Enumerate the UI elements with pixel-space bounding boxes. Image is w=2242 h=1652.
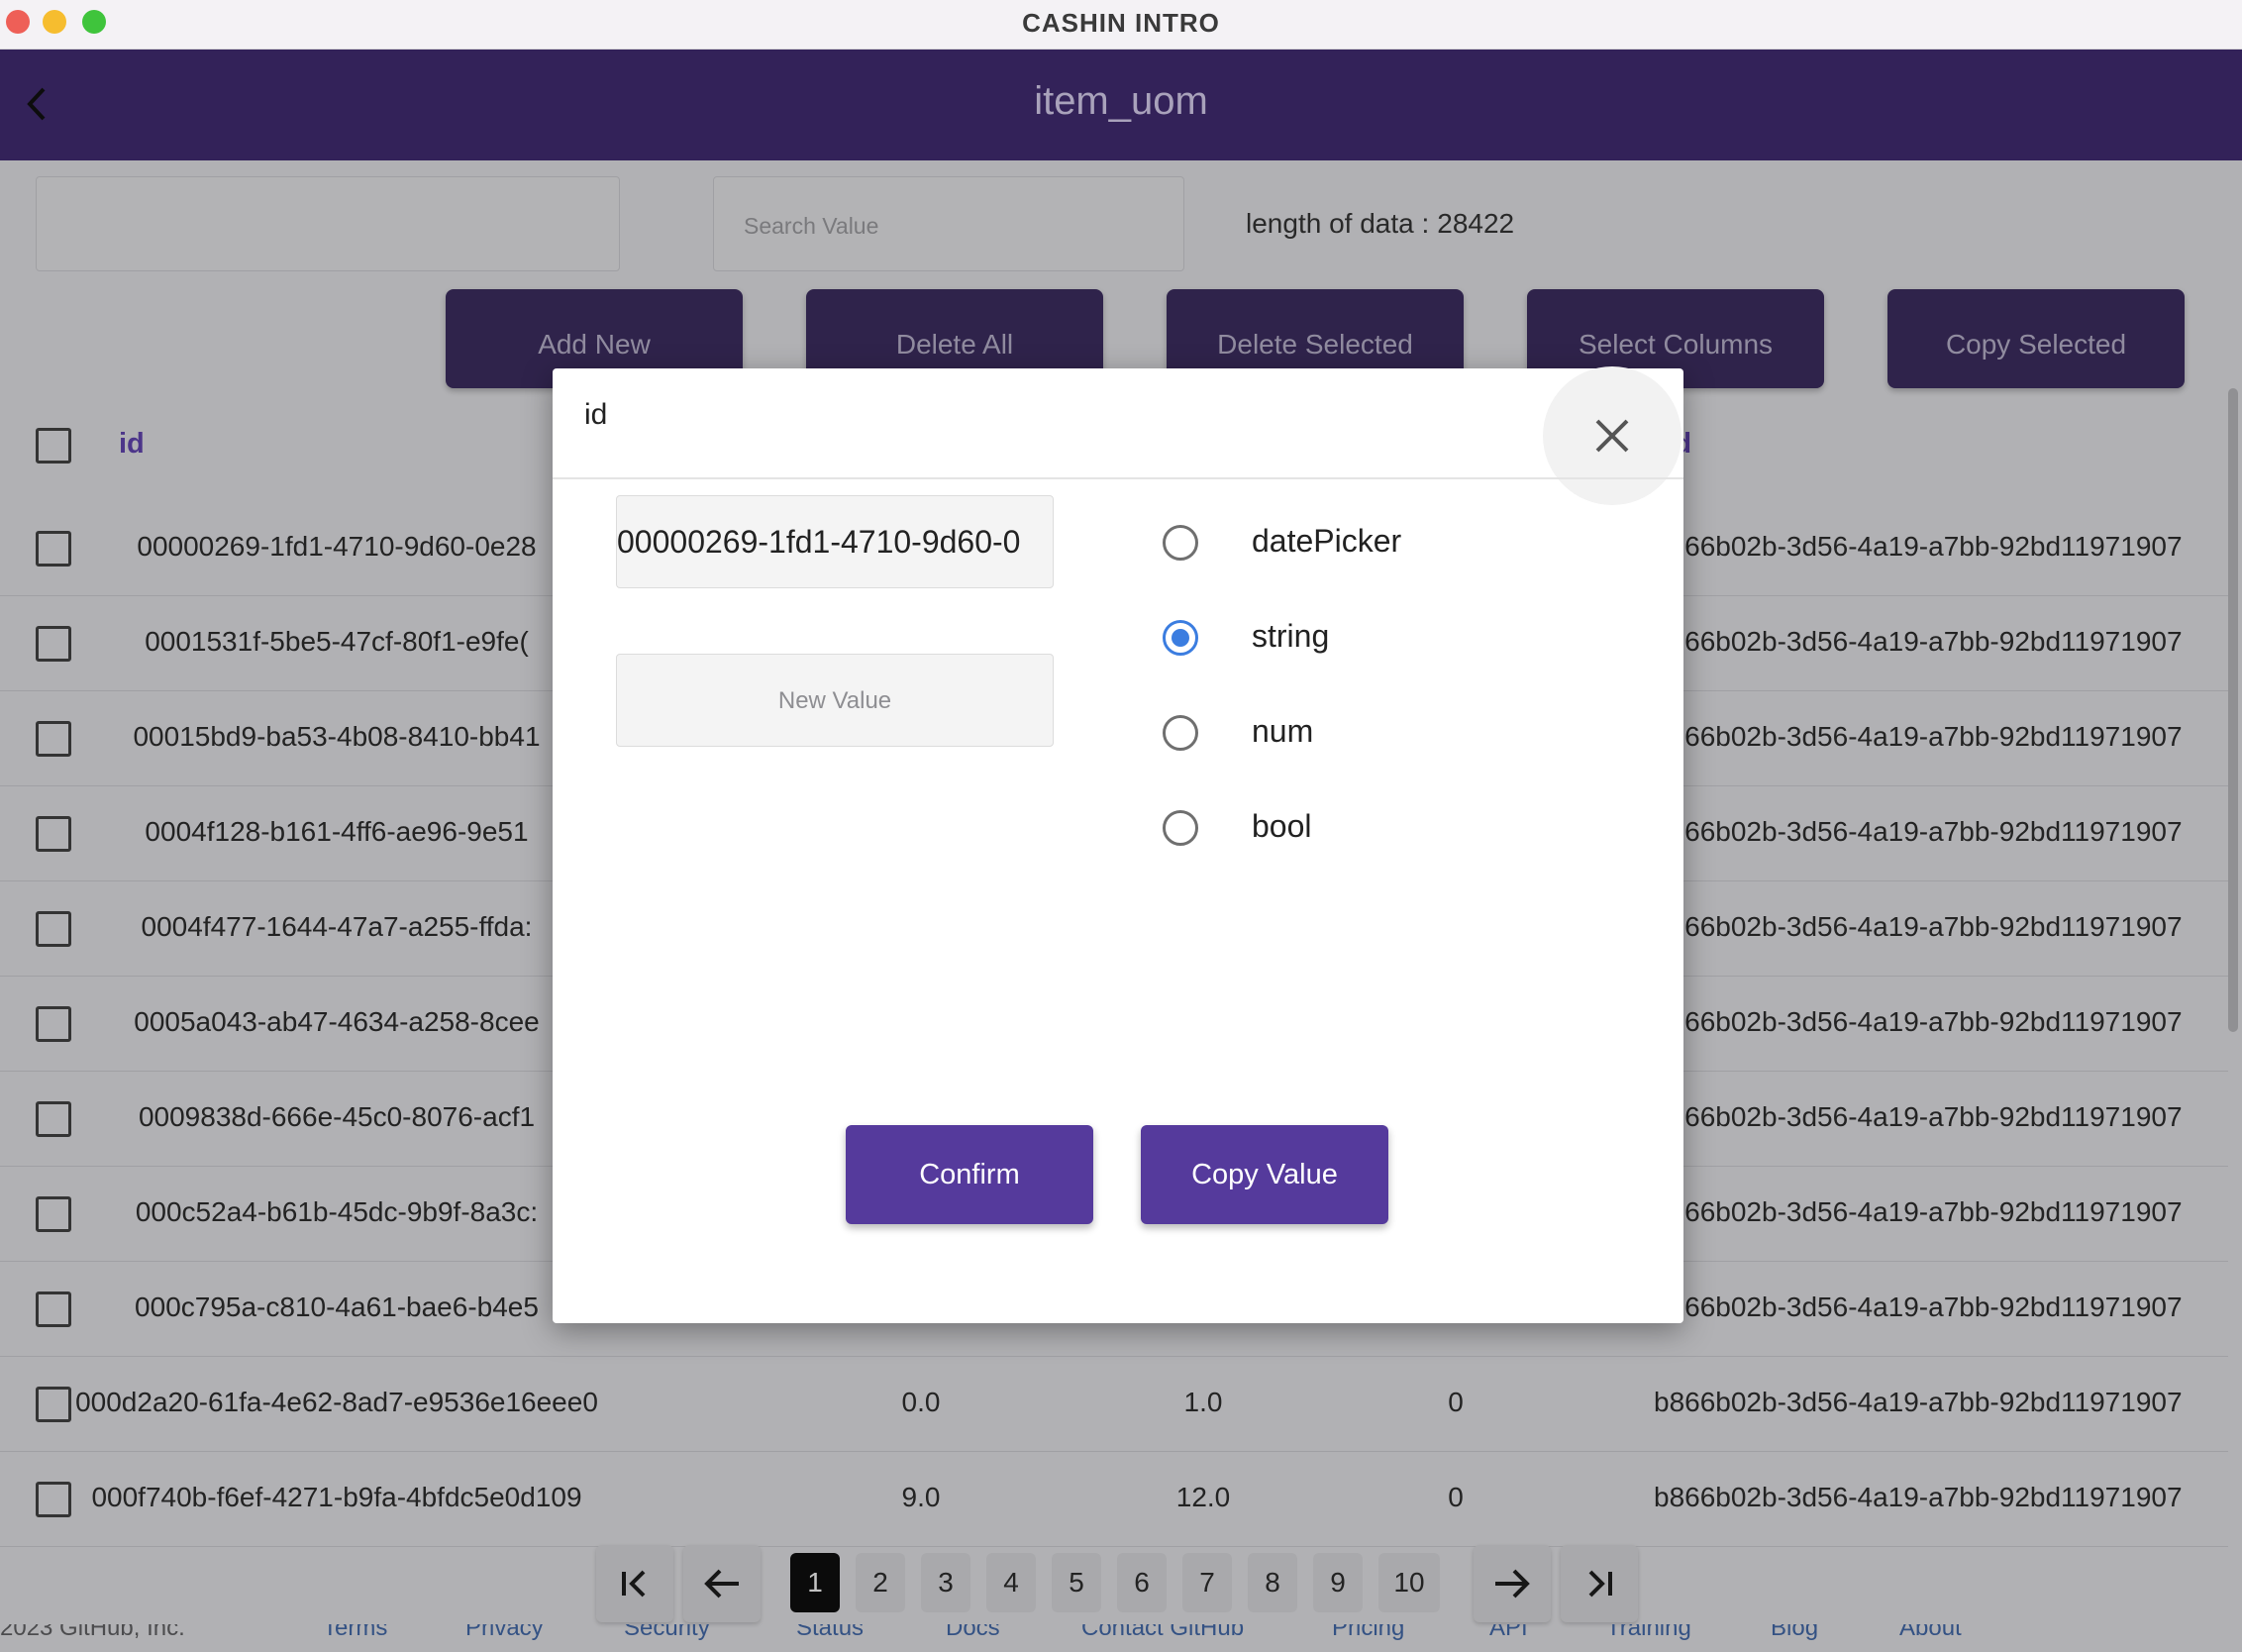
current-value-field[interactable]: 00000269-1fd1-4710-9d60-0 — [616, 495, 1054, 588]
type-radio-bool[interactable] — [1163, 810, 1198, 846]
dialog-close-button[interactable] — [1543, 366, 1682, 505]
type-radio-datepicker[interactable] — [1163, 525, 1198, 561]
copy-value-button[interactable]: Copy Value — [1141, 1125, 1388, 1224]
window-title: CASHIN INTRO — [1022, 8, 1220, 38]
type-label-datepicker: datePicker — [1252, 523, 1402, 559]
type-radio-num[interactable] — [1163, 715, 1198, 751]
app-header: item_uom — [0, 50, 2242, 160]
edit-value-dialog: id 00000269-1fd1-4710-9d60-0 New Value d… — [553, 366, 1683, 1323]
dialog-divider — [553, 477, 1683, 479]
dialog-title: id — [584, 398, 608, 431]
confirm-button[interactable]: Confirm — [846, 1125, 1093, 1224]
close-icon — [1595, 419, 1629, 453]
type-label-string: string — [1252, 618, 1330, 654]
window-titlebar: CASHIN INTRO — [0, 0, 2242, 50]
page-title: item_uom — [1034, 79, 1208, 123]
type-label-bool: bool — [1252, 808, 1312, 844]
type-label-num: num — [1252, 713, 1314, 749]
type-radio-string[interactable] — [1163, 620, 1198, 656]
new-value-input[interactable]: New Value — [616, 654, 1054, 747]
